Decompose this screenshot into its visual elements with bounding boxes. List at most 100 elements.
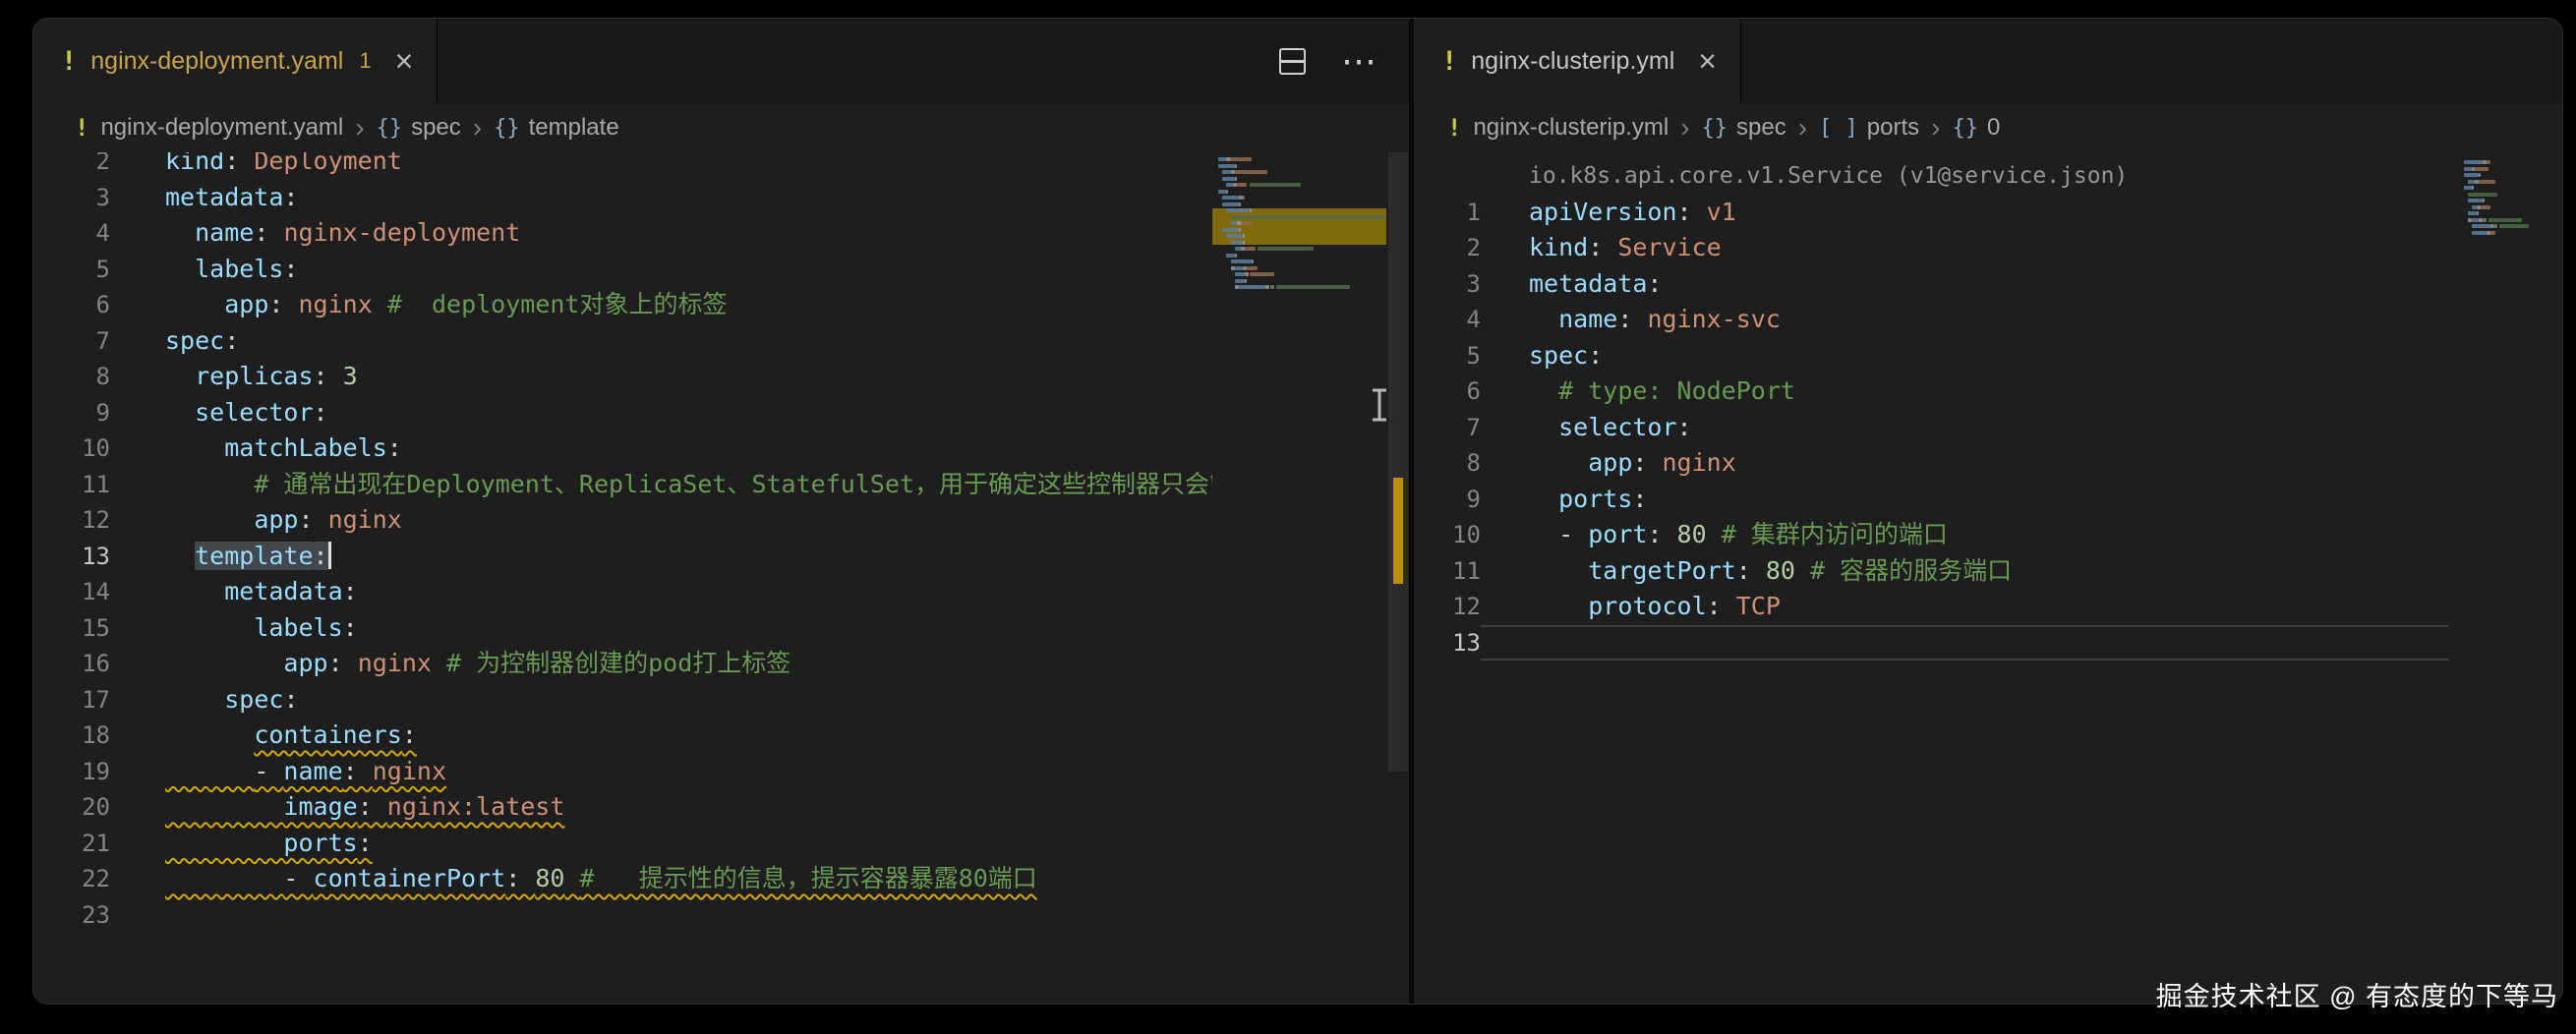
line-number[interactable]: 7 [1414, 410, 1481, 446]
code-line[interactable]: 7 selector: [1414, 410, 2563, 446]
minimap-line-mark [1222, 170, 1230, 174]
line-number[interactable]: 3 [33, 180, 110, 216]
line-number[interactable]: 3 [1414, 266, 1481, 303]
code-line[interactable]: 16 app: nginx # 为控制器创建的pod打上标签 [33, 646, 1410, 682]
line-number[interactable]: 12 [33, 502, 110, 539]
line-number[interactable]: 1 [1414, 195, 1481, 231]
breadcrumb-segment-0[interactable]: 0 [1987, 114, 2000, 142]
code-line[interactable]: 6 # type: NodePort [1414, 373, 2563, 410]
breadcrumb-segment-spec[interactable]: spec [411, 114, 461, 142]
code-line[interactable]: 4 name: nginx-svc [1414, 302, 2563, 338]
editor-actions: ⋯ [1279, 19, 1410, 103]
editor-right[interactable]: io.k8s.api.core.v1.Service (v1@service.j… [1414, 152, 2563, 1004]
code-line[interactable]: 9 selector: [33, 395, 1410, 431]
line-number[interactable]: 23 [33, 897, 110, 934]
code-line[interactable]: 11 # 通常出现在Deployment、ReplicaSet、Stateful… [33, 467, 1410, 503]
breadcrumb-segment-spec[interactable]: spec [1736, 114, 1786, 142]
code-line[interactable]: 18 containers: [33, 718, 1410, 754]
minimap-line-mark [2472, 186, 2474, 190]
scrollbar-slider[interactable] [1388, 152, 1408, 772]
code-token [1529, 413, 1558, 441]
code-line[interactable]: 14 metadata: [33, 574, 1410, 610]
chevron-right-icon: › [1798, 114, 1807, 142]
code-line[interactable]: 20 image: nginx:latest [33, 789, 1410, 826]
line-number[interactable]: 11 [33, 467, 110, 503]
line-number[interactable]: 7 [33, 323, 110, 360]
code-line[interactable]: 15 labels: [33, 610, 1410, 647]
line-number[interactable]: 18 [33, 718, 110, 754]
line-number[interactable]: 13 [1414, 625, 1481, 661]
line-number[interactable]: 13 [33, 539, 110, 575]
code-line[interactable]: 13 [1414, 625, 2563, 661]
code-line[interactable]: 5spec: [1414, 338, 2563, 374]
line-number[interactable]: 4 [1414, 302, 1481, 338]
line-number[interactable]: 6 [1414, 373, 1481, 410]
line-number[interactable]: 8 [1414, 445, 1481, 482]
breadcrumb-segment-ports[interactable]: ports [1867, 114, 1919, 142]
code-line[interactable]: 9 ports: [1414, 482, 2563, 518]
code-line[interactable]: 2kind: Service [1414, 230, 2563, 266]
tab-nginx-deployment[interactable]: ! nginx-deployment.yaml 1 × [33, 19, 438, 103]
line-number[interactable]: 21 [33, 826, 110, 862]
line-number[interactable]: 9 [33, 395, 110, 431]
code-line[interactable]: 19 - name: nginx [33, 754, 1410, 790]
line-number[interactable]: 17 [33, 682, 110, 718]
minimap-line-mark [1235, 266, 1243, 270]
code-line[interactable]: 17 spec: [33, 682, 1410, 718]
code-line[interactable]: 23 [33, 897, 1410, 934]
line-number[interactable]: 15 [33, 610, 110, 647]
code-token [1529, 485, 1558, 513]
minimap[interactable] [2458, 152, 2540, 1004]
line-number[interactable]: 12 [1414, 589, 1481, 625]
code-line[interactable]: 12 app: nginx [33, 502, 1410, 539]
minimap[interactable] [1212, 152, 1386, 1004]
code-line[interactable]: 13 template: [33, 539, 1410, 575]
code-line[interactable]: 22 - containerPort: 80 # 提示性的信息，提示容器暴露80… [33, 861, 1410, 897]
tab-bar-left: ! nginx-deployment.yaml 1 × ⋯ [33, 19, 1410, 103]
line-number[interactable]: 6 [33, 287, 110, 323]
code-line[interactable]: 10 - port: 80 # 集群内访问的端口 [1414, 517, 2563, 553]
close-tab-icon[interactable]: × [1698, 45, 1717, 77]
breadcrumb-segment-template[interactable]: template [529, 114, 619, 142]
line-number[interactable]: 10 [1414, 517, 1481, 553]
code-line[interactable]: 8 app: nginx [1414, 445, 2563, 482]
code-line[interactable]: 10 matchLabels: [33, 431, 1410, 467]
code-token: app [224, 290, 268, 318]
code-line[interactable]: 21 ports: [33, 826, 1410, 862]
line-number[interactable]: 2 [1414, 230, 1481, 266]
line-number[interactable]: 4 [33, 215, 110, 252]
line-number[interactable]: 10 [33, 431, 110, 467]
code-line[interactable]: 6 app: nginx # deployment对象上的标签 [33, 287, 1410, 323]
breadcrumb-file[interactable]: nginx-deployment.yaml [100, 114, 343, 142]
line-number[interactable]: 2 [33, 152, 110, 180]
split-editor-icon[interactable] [1279, 48, 1306, 75]
line-number[interactable]: 22 [33, 861, 110, 897]
close-tab-icon[interactable]: × [395, 45, 414, 77]
code-line[interactable]: 12 protocol: TCP [1414, 589, 2563, 625]
line-number[interactable]: 14 [33, 574, 110, 610]
line-number[interactable]: 19 [33, 754, 110, 790]
line-number[interactable]: 11 [1414, 553, 1481, 590]
line-number[interactable]: 20 [33, 789, 110, 826]
code-line[interactable]: 8 replicas: 3 [33, 359, 1410, 395]
breadcrumb-file[interactable]: nginx-clusterip.yml [1473, 114, 1669, 142]
more-actions-icon[interactable]: ⋯ [1341, 43, 1376, 79]
code-token: : [1677, 413, 1692, 441]
code-line[interactable]: 2kind: Deployment [33, 152, 1410, 180]
code-line[interactable]: 3metadata: [33, 180, 1410, 216]
code-line[interactable]: 5 labels: [33, 252, 1410, 288]
code-line[interactable]: 1apiVersion: v1 [1414, 195, 2563, 231]
line-number[interactable]: 9 [1414, 482, 1481, 518]
code-line[interactable]: 4 name: nginx-deployment [33, 215, 1410, 252]
line-number[interactable]: 16 [33, 646, 110, 682]
editor-left[interactable]: 2kind: Deployment3metadata:4 name: nginx… [33, 152, 1410, 1004]
line-number[interactable]: 8 [33, 359, 110, 395]
line-number[interactable]: 5 [33, 252, 110, 288]
code-line[interactable]: 11 targetPort: 80 # 容器的服务端口 [1414, 553, 2563, 590]
code-line[interactable]: 7spec: [33, 323, 1410, 360]
code-token [165, 685, 224, 714]
line-number[interactable]: 5 [1414, 338, 1481, 374]
code-line[interactable]: 3metadata: [1414, 266, 2563, 303]
tab-nginx-clusterip[interactable]: ! nginx-clusterip.yml × [1414, 19, 1741, 103]
scrollbar[interactable] [1386, 152, 1410, 1004]
